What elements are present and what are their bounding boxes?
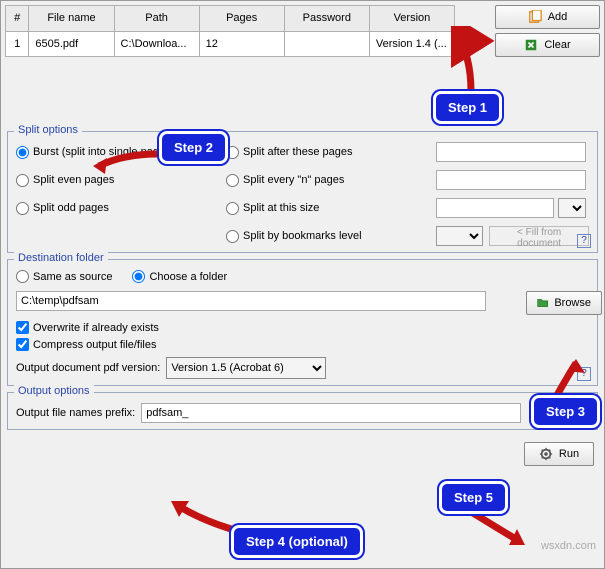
dest-legend: Destination folder: [14, 252, 108, 264]
split-legend: Split options: [14, 124, 82, 136]
run-button[interactable]: Run: [524, 442, 594, 466]
dest-path-input[interactable]: [16, 291, 486, 311]
output-fieldset: Output options Output file names prefix:…: [7, 392, 598, 430]
col-version[interactable]: Version: [369, 6, 454, 32]
cell-path: C:\Downloa...: [114, 31, 199, 57]
after-pages-input[interactable]: [436, 142, 586, 162]
help-icon[interactable]: ?: [577, 234, 591, 248]
table-row[interactable]: 1 6505.pdf C:\Downloa... 12 Version 1.4 …: [6, 31, 455, 57]
fill-from-document-button: < Fill from document: [489, 226, 589, 246]
radio-size[interactable]: Split at this size: [226, 202, 426, 215]
arrow-step4: [169, 499, 239, 534]
size-unit-select[interactable]: [558, 198, 586, 218]
col-filename[interactable]: File name: [29, 6, 114, 32]
callout-step4: Step 4 (optional): [231, 525, 363, 558]
every-n-input[interactable]: [436, 170, 586, 190]
folder-icon: [537, 296, 548, 310]
add-icon: [528, 10, 542, 24]
arrow-step2: [93, 146, 163, 176]
clear-icon: [524, 38, 538, 52]
clear-button[interactable]: Clear: [495, 33, 600, 57]
cell-version: Version 1.4 (...: [369, 31, 454, 57]
col-pages[interactable]: Pages: [199, 6, 284, 32]
cell-num: 1: [6, 31, 29, 57]
add-label: Add: [548, 11, 568, 23]
callout-step1: Step 1: [433, 91, 502, 124]
watermark: wsxdn.com: [541, 540, 596, 552]
arrow-step1: [451, 26, 501, 96]
radio-bookmarks[interactable]: Split by bookmarks level: [226, 230, 426, 243]
add-button[interactable]: Add: [495, 5, 600, 29]
clear-label: Clear: [544, 39, 570, 51]
cell-filename: 6505.pdf: [29, 31, 114, 57]
file-table-area: # File name Path Pages Password Version …: [1, 1, 604, 61]
prefix-label: Output file names prefix:: [16, 407, 135, 419]
col-path[interactable]: Path: [114, 6, 199, 32]
radio-after[interactable]: Split after these pages: [226, 146, 426, 159]
radio-every[interactable]: Split every "n" pages: [226, 174, 426, 187]
destination-fieldset: Destination folder Same as source Choose…: [7, 259, 598, 386]
radio-same-source[interactable]: Same as source: [16, 270, 112, 283]
file-table: # File name Path Pages Password Version …: [5, 5, 455, 57]
overwrite-checkbox[interactable]: Overwrite if already exists: [16, 321, 589, 334]
version-label: Output document pdf version:: [16, 362, 160, 374]
col-num[interactable]: #: [6, 6, 29, 32]
arrow-step5: [469, 509, 529, 549]
radio-odd[interactable]: Split odd pages: [16, 202, 216, 215]
cell-password: [284, 31, 369, 57]
output-legend: Output options: [14, 385, 94, 397]
radio-choose-folder[interactable]: Choose a folder: [132, 270, 227, 283]
gear-icon: [539, 447, 553, 461]
pdf-version-select[interactable]: Version 1.5 (Acrobat 6): [166, 357, 326, 379]
cell-pages: 12: [199, 31, 284, 57]
callout-step5: Step 5: [439, 481, 508, 514]
bookmark-level-select[interactable]: [436, 226, 483, 246]
prefix-input[interactable]: [141, 403, 521, 423]
browse-button[interactable]: Browse: [526, 291, 602, 315]
callout-step2: Step 2: [159, 131, 228, 164]
arrow-step3: [541, 359, 591, 399]
callout-step3: Step 3: [531, 395, 600, 428]
compress-checkbox[interactable]: Compress output file/files: [16, 338, 589, 351]
size-input[interactable]: [436, 198, 554, 218]
col-password[interactable]: Password: [284, 6, 369, 32]
